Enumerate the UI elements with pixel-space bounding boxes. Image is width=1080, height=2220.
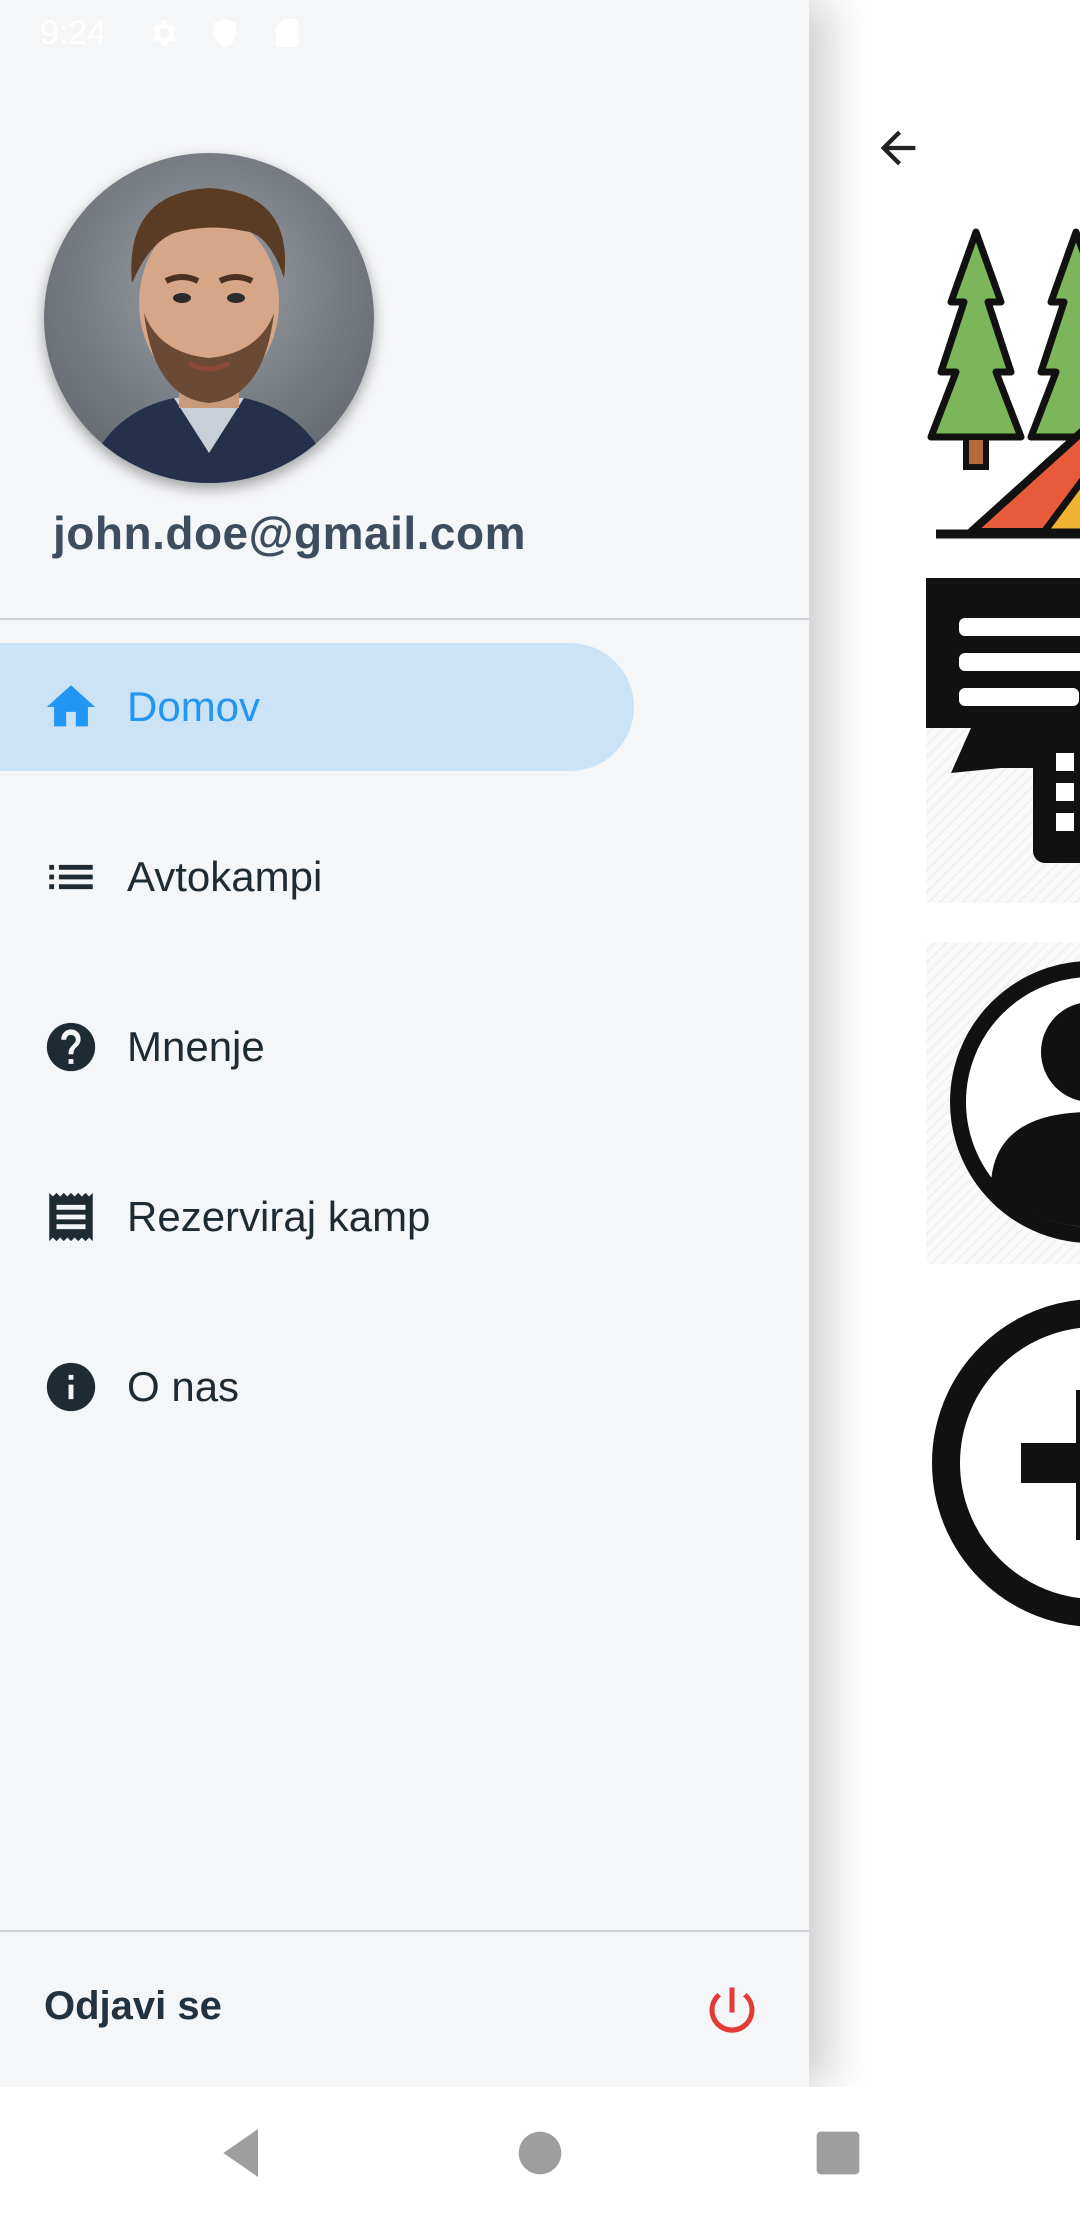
nav-label-rezerviraj-kamp: Rezerviraj kamp [127, 1193, 431, 1240]
recents-square-icon[interactable] [806, 2121, 870, 2185]
user-email: john.doe@gmail.com [53, 507, 526, 559]
navigation-drawer: 9:24 john.doe@gmail.com Domov Avtokampi … [0, 0, 809, 2087]
back-triangle-icon[interactable] [210, 2121, 274, 2185]
add-tile[interactable] [926, 1298, 1080, 1628]
home-icon [46, 685, 96, 727]
status-time: 9:24 [40, 14, 107, 52]
avatar[interactable] [44, 153, 374, 483]
nav-label-mnenje: Mnenje [127, 1023, 265, 1070]
nav-label-avtokampi: Avtokampi [127, 853, 323, 900]
power-icon[interactable] [702, 1980, 762, 2040]
shield-icon [213, 18, 237, 48]
nav-item-avtokampi[interactable]: Avtokampi [0, 813, 634, 941]
chat-icon [926, 578, 1080, 863]
receipt-icon [49, 1192, 93, 1242]
list-icon [49, 864, 93, 890]
nav-item-o-nas[interactable]: O nas [0, 1323, 634, 1451]
user-circle-icon [950, 961, 1080, 1243]
nav-item-mnenje[interactable]: Mnenje [0, 983, 634, 1111]
camping-tent-icon [927, 228, 1080, 539]
status-bar: 9:24 [0, 0, 809, 66]
logout-label[interactable]: Odjavi se [44, 1984, 222, 2029]
nav-item-domov[interactable]: Domov [0, 643, 634, 771]
settings-icon [152, 20, 177, 46]
home-circle-icon[interactable] [508, 2121, 572, 2185]
info-icon [46, 1362, 96, 1412]
arrow-left-icon[interactable] [872, 122, 924, 174]
footer-divider [0, 1930, 809, 1932]
main-content [809, 0, 1080, 2087]
chat-tile[interactable] [926, 578, 1080, 903]
header-divider [0, 618, 809, 620]
add-circle-icon [932, 1299, 1080, 1627]
profile-tile[interactable] [926, 942, 1080, 1264]
nav-label-o-nas: O nas [127, 1363, 240, 1410]
profile-photo [44, 153, 374, 483]
camping-tile[interactable] [926, 222, 1080, 542]
sd-card-icon [275, 18, 299, 48]
nav-item-rezerviraj-kamp[interactable]: Rezerviraj kamp [0, 1153, 634, 1281]
help-circle-icon [46, 1022, 96, 1072]
system-navigation-bar [0, 2087, 1080, 2220]
nav-label-domov: Domov [127, 683, 261, 730]
